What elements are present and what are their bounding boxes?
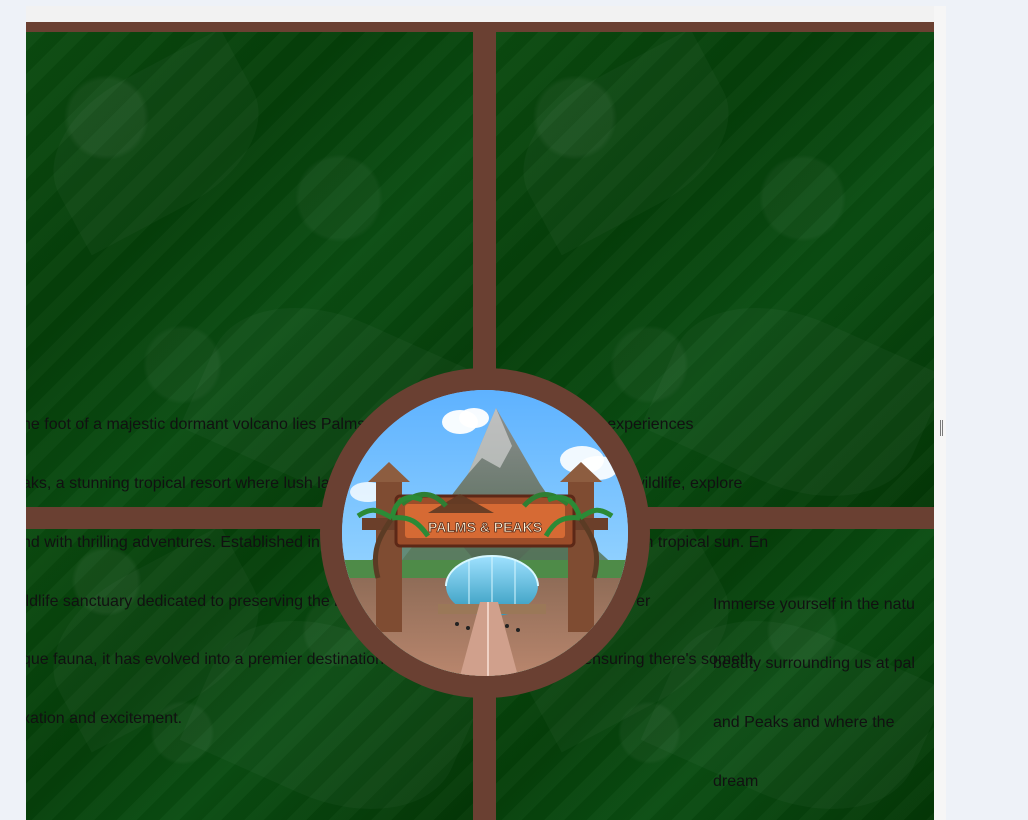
resort-illustration: PALMS & PEAKS <box>342 390 628 676</box>
side-text-block: Immerse yourself in the natu beauty surr… <box>713 556 934 820</box>
side-line: and Peaks and where the <box>713 713 895 731</box>
top-strip <box>26 6 934 22</box>
side-line: Immerse yourself in the natu <box>713 596 915 614</box>
side-line: dream <box>713 772 759 790</box>
scrollbar-thumb[interactable] <box>940 420 943 436</box>
quadrant-frame: he foot of a majestic dormant volcano li… <box>26 22 934 820</box>
resort-medallion: PALMS & PEAKS <box>320 368 650 698</box>
resort-logo-text: PALMS & PEAKS <box>428 519 542 535</box>
page-scrollbar[interactable] <box>934 6 946 820</box>
side-line: beauty surrounding us at pal <box>713 654 915 672</box>
resort-medallion-image: PALMS & PEAKS <box>342 390 628 676</box>
page-viewport: he foot of a majestic dormant volcano li… <box>26 6 934 820</box>
